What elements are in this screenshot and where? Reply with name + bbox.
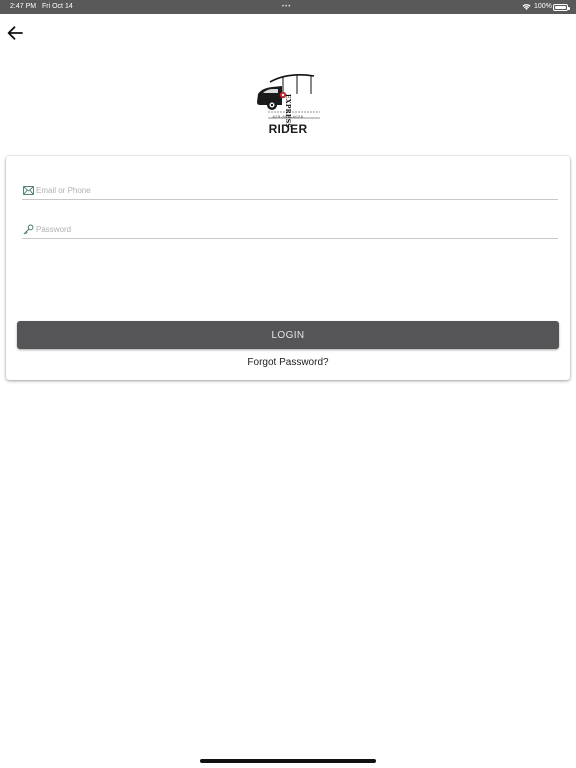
login-button[interactable]: LOGIN bbox=[17, 321, 559, 349]
envelope-icon bbox=[22, 185, 34, 197]
logo-subtitle: RIDER bbox=[268, 122, 308, 136]
login-screen: 2:47 PM Fri Oct 14 ••• 100% EXPRESS 425-… bbox=[0, 0, 576, 768]
home-indicator[interactable] bbox=[200, 759, 376, 763]
password-field-row bbox=[22, 221, 558, 239]
status-date: Fri Oct 14 bbox=[42, 3, 73, 10]
battery-percent: 100% bbox=[534, 3, 552, 10]
wifi-icon bbox=[522, 4, 531, 10]
email-input[interactable] bbox=[36, 183, 558, 198]
email-field-row bbox=[22, 182, 558, 200]
status-time: 2:47 PM bbox=[10, 3, 37, 10]
back-button[interactable] bbox=[4, 22, 26, 44]
multitask-dots[interactable]: ••• bbox=[282, 0, 291, 14]
app-logo: EXPRESS 425-603-4026 RIDER bbox=[248, 70, 328, 136]
arrow-left-icon bbox=[7, 26, 23, 40]
key-icon bbox=[22, 224, 34, 236]
forgot-password-link[interactable]: Forgot Password? bbox=[6, 357, 570, 368]
battery-icon bbox=[553, 4, 570, 11]
password-input[interactable] bbox=[36, 222, 558, 237]
logo-phone-text: 425-603-4026 bbox=[272, 114, 304, 119]
status-bar: 2:47 PM Fri Oct 14 ••• 100% bbox=[0, 0, 576, 14]
login-card: LOGIN Forgot Password? bbox=[6, 156, 570, 380]
